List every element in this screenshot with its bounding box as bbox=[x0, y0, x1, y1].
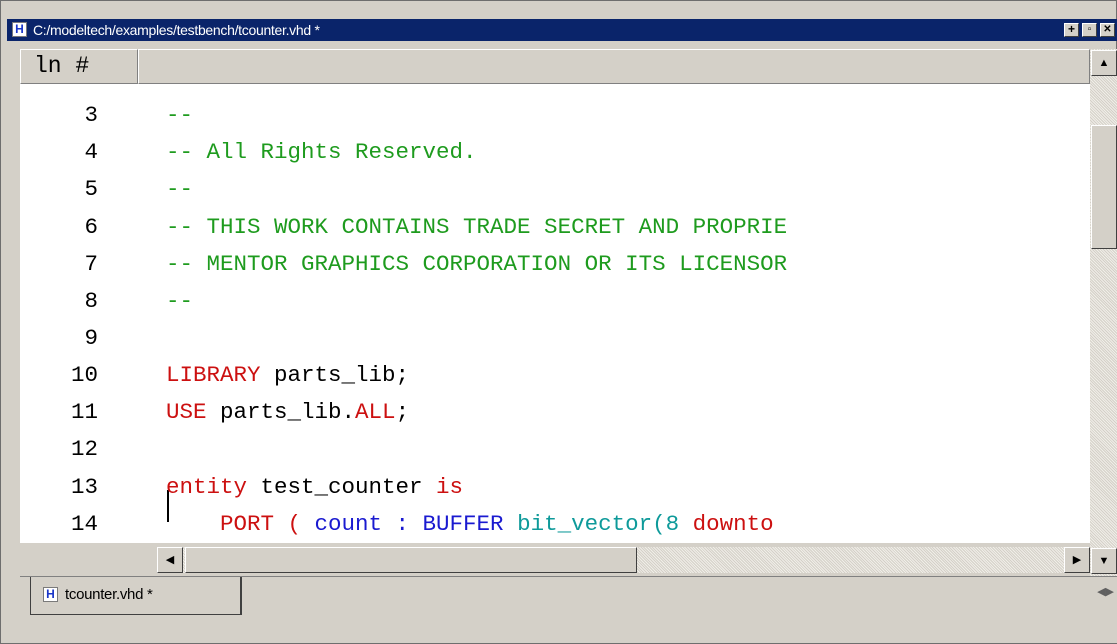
code-token: ALL bbox=[355, 399, 396, 425]
scroll-up-icon[interactable]: ▲ bbox=[1091, 50, 1117, 76]
code-token: -- bbox=[166, 176, 194, 202]
line-code: LIBRARY parts_lib; bbox=[166, 356, 409, 394]
code-token: -- bbox=[166, 102, 194, 128]
horizontal-scrollbar[interactable]: ◀ ▶ bbox=[20, 543, 1090, 576]
line-code: PORT ( count : BUFFER bit_vector(8 downt… bbox=[166, 505, 774, 543]
line-number: 6 bbox=[84, 214, 98, 240]
line-number: 9 bbox=[84, 325, 98, 351]
line-number: 13 bbox=[70, 474, 98, 500]
code-token: -- All Rights Reserved. bbox=[166, 139, 477, 165]
scroll-left-icon[interactable]: ◀ bbox=[157, 547, 183, 573]
vertical-scrollbar[interactable]: ▲ ▼ bbox=[1090, 49, 1117, 576]
code-token: PORT ( bbox=[166, 511, 315, 537]
line-code: -- bbox=[166, 170, 193, 208]
code-token: -- MENTOR GRAPHICS CORPORATION OR ITS LI… bbox=[166, 251, 788, 277]
code-token: USE bbox=[166, 399, 207, 425]
line-number: 5 bbox=[84, 176, 98, 202]
file-tab-strip: H tcounter.vhd * ◀▶ bbox=[20, 576, 1117, 643]
line-code: -- bbox=[166, 282, 193, 320]
line-number: 7 bbox=[84, 251, 98, 277]
code-token: ; bbox=[395, 399, 410, 425]
title-bar[interactable]: H C:/modeltech/examples/testbench/tcount… bbox=[7, 19, 1117, 41]
horizontal-scroll-thumb[interactable] bbox=[185, 547, 637, 573]
line-number-header[interactable]: ln # bbox=[20, 49, 138, 84]
scroll-down-icon[interactable]: ▼ bbox=[1091, 548, 1117, 574]
line-number: 14 bbox=[70, 511, 98, 537]
code-token: -- THIS WORK CONTAINS TRADE SECRET AND P… bbox=[166, 214, 788, 240]
window-title: C:/modeltech/examples/testbench/tcounter… bbox=[33, 22, 320, 38]
tab-tcounter-vhd[interactable]: H tcounter.vhd * bbox=[30, 577, 242, 615]
column-header-fill bbox=[138, 49, 1090, 84]
code-token: is bbox=[436, 474, 464, 500]
code-token: count : BUFFER bbox=[314, 511, 504, 537]
editor-window: H C:/modeltech/examples/testbench/tcount… bbox=[0, 0, 1117, 644]
code-token: entity bbox=[166, 474, 248, 500]
vertical-scroll-thumb[interactable] bbox=[1091, 125, 1117, 249]
undock-button[interactable]: + bbox=[1064, 23, 1079, 37]
code-token: test_counter bbox=[247, 474, 437, 500]
line-code: -- bbox=[166, 96, 193, 134]
close-button[interactable]: ✕ bbox=[1100, 23, 1115, 37]
line-code: entity test_counter is bbox=[166, 468, 463, 506]
tab-scroll-arrows-icon[interactable]: ◀▶ bbox=[1097, 585, 1114, 598]
line-code: -- All Rights Reserved. bbox=[166, 133, 477, 171]
line-number: 12 bbox=[70, 436, 98, 462]
scroll-right-icon[interactable]: ▶ bbox=[1064, 547, 1090, 573]
code-token: downto bbox=[692, 511, 774, 537]
code-token: parts_lib; bbox=[260, 362, 410, 388]
line-number: 4 bbox=[84, 139, 98, 165]
tab-label: tcounter.vhd * bbox=[65, 586, 153, 603]
source-editor[interactable]: 3 -- 4 -- All Rights Reserved. 5 -- 6 -- THIS W… bbox=[20, 84, 1090, 543]
line-number: 8 bbox=[84, 288, 98, 314]
line-number: 3 bbox=[84, 102, 98, 128]
vhdl-file-icon: H bbox=[43, 587, 58, 602]
code-token: parts_lib. bbox=[206, 399, 356, 425]
maximize-button[interactable]: ▫ bbox=[1082, 23, 1097, 37]
line-code: -- THIS WORK CONTAINS TRADE SECRET AND P… bbox=[166, 208, 787, 246]
vhdl-file-icon: H bbox=[12, 22, 27, 37]
code-token: bit_vector(8 bbox=[503, 511, 693, 537]
line-code: -- MENTOR GRAPHICS CORPORATION OR ITS LI… bbox=[166, 245, 787, 283]
line-number: 11 bbox=[70, 399, 98, 425]
line-number: 10 bbox=[70, 362, 98, 388]
code-token: -- bbox=[166, 288, 194, 314]
code-token: LIBRARY bbox=[166, 362, 261, 388]
horizontal-scroll-track[interactable]: ◀ ▶ bbox=[157, 547, 1090, 573]
line-code: USE parts_lib.ALL; bbox=[166, 393, 409, 431]
